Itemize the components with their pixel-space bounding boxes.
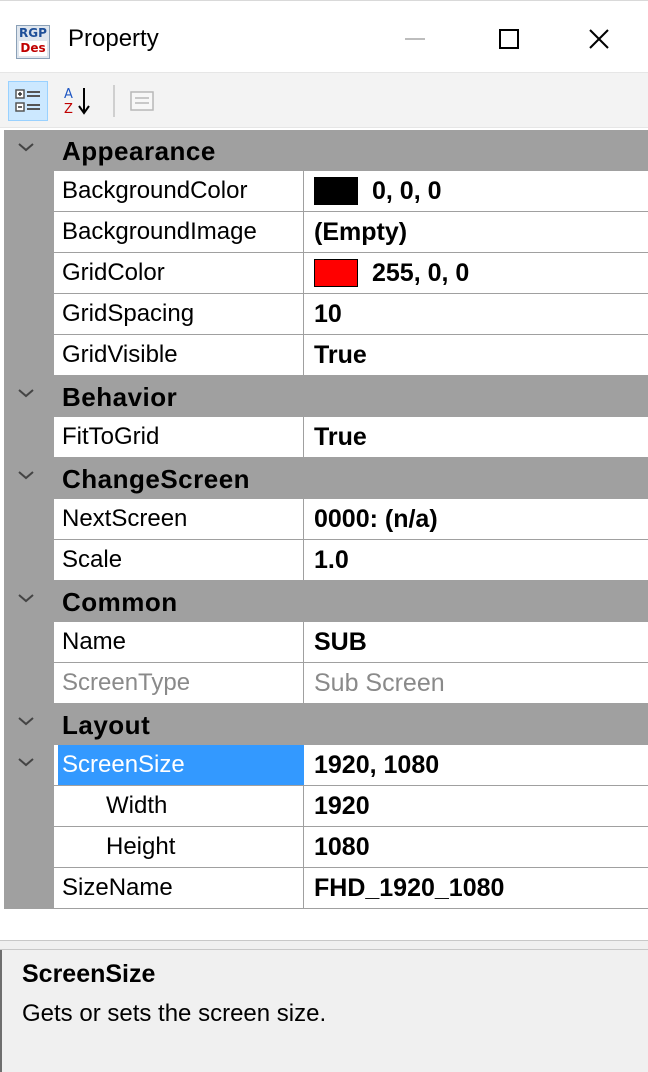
property-name[interactable]: GridVisible [58,335,304,375]
chevron-down-icon[interactable] [16,384,36,404]
property-value[interactable]: 1.0 [314,540,648,580]
property-value[interactable]: SUB [314,622,648,662]
chevron-down-icon[interactable] [16,753,36,773]
property-name[interactable]: SizeName [58,868,304,908]
property-name[interactable]: Name [58,622,304,662]
property-value-text: 255, 0, 0 [372,259,470,287]
close-icon [589,29,609,49]
category-change-screen[interactable]: ChangeScreen [4,458,648,499]
description-pane: ScreenSize Gets or sets the screen size. [0,950,648,1072]
category-label: Common [62,587,178,617]
property-row[interactable]: GridColor 255, 0, 0 [4,253,648,294]
category-layout[interactable]: Layout [4,704,648,745]
description-splitter[interactable] [0,940,648,950]
category-common[interactable]: Common [4,581,648,622]
svg-text:A: A [64,87,73,102]
property-value[interactable]: (Empty) [314,212,648,252]
description-title: ScreenSize [22,960,156,988]
property-value[interactable]: 0, 0, 0 [314,171,648,211]
app-icon-text-top: RGP [19,26,47,40]
property-value[interactable]: 1920 [314,786,648,826]
property-row[interactable]: Height 1080 [4,827,648,868]
property-name[interactable]: NextScreen [58,499,304,539]
property-name[interactable]: Width [58,786,304,826]
property-name[interactable]: FitToGrid [58,417,304,457]
categorized-button[interactable] [8,81,48,121]
window-title: Property [68,25,159,52]
property-value[interactable]: 0000: (n/a) [314,499,648,539]
description-text: Gets or sets the screen size. [22,1000,327,1027]
property-pages-button[interactable] [122,81,162,121]
property-row[interactable]: BackgroundImage (Empty) [4,212,648,253]
property-value[interactable]: Sub Screen [314,663,648,703]
maximize-button[interactable] [484,17,534,61]
alphabetical-button[interactable]: A Z [58,81,98,121]
property-row[interactable]: Name SUB [4,622,648,663]
property-name[interactable]: GridColor [58,253,304,293]
property-row[interactable]: FitToGrid True [4,417,648,458]
property-row[interactable]: Scale 1.0 [4,540,648,581]
category-label: Layout [62,710,151,740]
property-name[interactable]: ScreenSize [58,745,304,785]
category-appearance[interactable]: Appearance [4,130,648,171]
alphabetical-sort-icon: A Z [64,87,90,117]
property-name[interactable]: Scale [58,540,304,580]
property-name[interactable]: GridSpacing [58,294,304,334]
title-bar: RGP Des Property [0,0,648,72]
property-value-text: 0, 0, 0 [372,177,442,205]
category-label: Appearance [62,136,216,166]
property-name[interactable]: Height [58,827,304,867]
maximize-icon [499,29,519,49]
property-value[interactable]: FHD_1920_1080 [314,868,648,908]
property-value[interactable]: True [314,335,648,375]
property-name[interactable]: BackgroundImage [58,212,304,252]
minimize-button[interactable] [390,17,440,61]
color-swatch [314,177,358,205]
property-row[interactable]: GridVisible True [4,335,648,376]
property-value[interactable]: True [314,417,648,457]
property-row[interactable]: GridSpacing 10 [4,294,648,335]
property-row[interactable]: NextScreen 0000: (n/a) [4,499,648,540]
property-value[interactable]: 10 [314,294,648,334]
close-button[interactable] [574,17,624,61]
property-pages-icon [130,91,154,111]
property-value[interactable]: 1920, 1080 [314,745,648,785]
property-name[interactable]: ScreenType [58,663,304,703]
property-row[interactable]: BackgroundColor 0, 0, 0 [4,171,648,212]
category-behavior[interactable]: Behavior [4,376,648,417]
property-value[interactable]: 255, 0, 0 [314,253,648,293]
property-toolbar: A Z [0,72,648,128]
property-row-selected[interactable]: ScreenSize 1920, 1080 [4,745,648,786]
category-label: Behavior [62,382,178,412]
property-value[interactable]: 1080 [314,827,648,867]
category-label: ChangeScreen [62,464,251,494]
property-name[interactable]: BackgroundColor [58,171,304,211]
app-icon-text-bottom: Des [19,41,47,56]
chevron-down-icon[interactable] [16,466,36,486]
minimize-icon [405,38,425,40]
chevron-down-icon[interactable] [16,138,36,158]
property-row[interactable]: SizeName FHD_1920_1080 [4,868,648,909]
toolbar-separator [113,85,115,117]
property-row[interactable]: ScreenType Sub Screen [4,663,648,704]
svg-text:Z: Z [64,102,73,117]
categorized-icon [15,89,40,112]
property-grid: Appearance BackgroundColor 0, 0, 0 Backg… [4,130,648,909]
grid-empty-area [4,910,648,940]
chevron-down-icon[interactable] [16,589,36,609]
chevron-down-icon[interactable] [16,712,36,732]
app-icon: RGP Des [16,25,50,59]
color-swatch [314,259,358,287]
property-row[interactable]: Width 1920 [4,786,648,827]
